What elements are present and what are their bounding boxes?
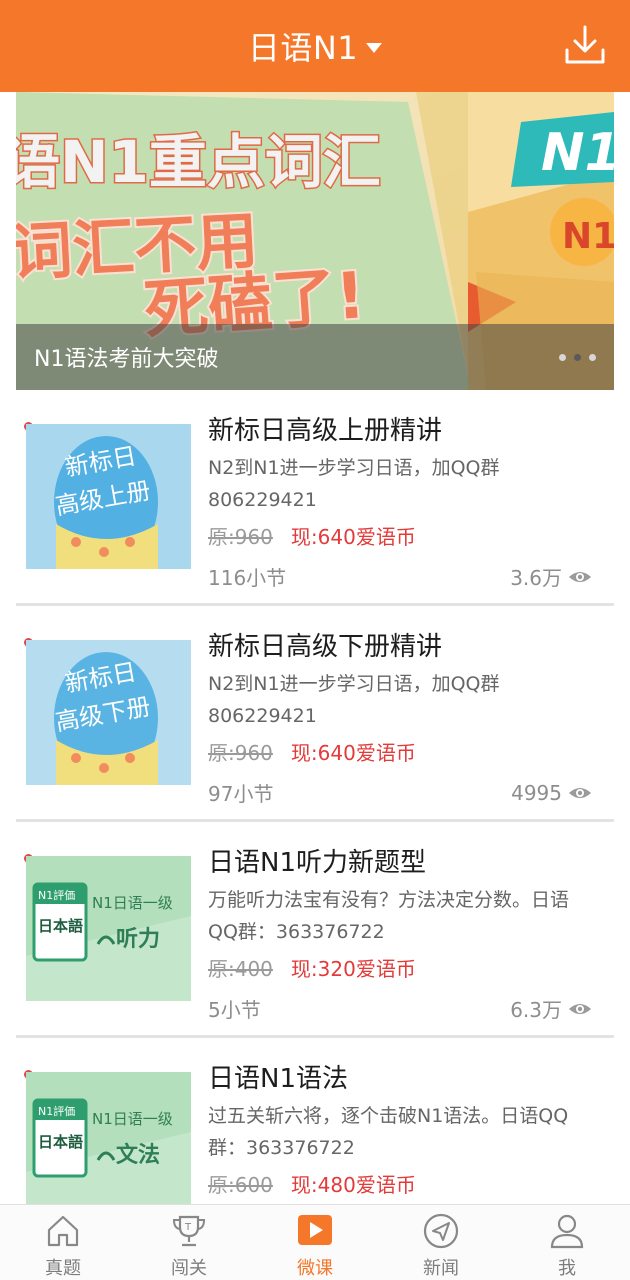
view-count-value: 4995 [511,780,562,805]
course-category-selector[interactable]: 日语N1 [247,23,383,69]
price-row: 原:600 现:480爱语币 [208,1169,416,1198]
course-title: 新标日高级下册精讲 [208,632,443,662]
nav-label: 新闻 [423,1258,459,1279]
send-icon [423,1213,459,1249]
original-price: 原:600 [208,1173,273,1197]
svg-text:语N1重点词汇: 语N1重点词汇 [16,128,381,196]
course-item[interactable]: 新标日 高级上册 新标日高级上册精讲 N2到N1进一步学习日语，加QQ群8062… [16,390,614,606]
course-description: 过五关斩六将，逐个击破N1语法。日语QQ群：363376722 [208,1105,569,1159]
svg-text:N1日语一级: N1日语一级 [92,1110,173,1128]
course-description: N2到N1进一步学习日语，加QQ群806229421 [208,673,500,727]
play-icon [298,1215,332,1245]
svg-text:文法: 文法 [116,1142,160,1168]
price-row: 原:960 现:640爱语币 [208,737,416,766]
view-count: 6.3万 [510,994,592,1023]
view-count-value: 3.6万 [510,566,562,590]
nav-label: 闯关 [171,1258,207,1279]
course-cover-image: N1評価 日本語 N1日语一级 文法 [26,1072,191,1204]
svg-text:N1: N1 [541,123,614,183]
app-screen: 日语N1 N1 N1 语N1重点词汇 词汇不用 死磕了! N1语法考前大突破 新… [0,0,630,1280]
view-count-value: 6.3万 [510,998,562,1022]
course-thumbnail: 新标日 高级下册 [24,638,191,785]
nav-item-zhenti[interactable]: 真题 [0,1205,126,1280]
course-cover-image: N1評価 日本語 N1日语一级 听力 [26,856,191,1001]
eye-icon [569,1003,591,1014]
course-thumbnail: N1評価 日本語 N1日语一级 听力 [24,854,191,1001]
course-list: 新标日 高级上册 新标日高级上册精讲 N2到N1进一步学习日语，加QQ群8062… [16,390,614,1204]
course-item[interactable]: N1評価 日本語 N1日语一级 文法 日语N1语法 过五关斩六将，逐个击破N1语… [16,1038,614,1204]
carousel-dot[interactable] [589,353,596,361]
lesson-count: 116小节 [208,566,287,590]
user-icon [550,1214,584,1249]
nav-item-me[interactable]: 我 [504,1205,630,1280]
svg-text:N1日语一级: N1日语一级 [92,894,173,912]
original-price: 原:960 [208,525,273,549]
header-title: 日语N1 [247,29,359,67]
svg-text:N1: N1 [562,216,614,257]
original-price: 原:400 [208,957,273,981]
course-cover-image: 新标日 高级下册 [26,640,191,785]
course-item[interactable]: 新标日 高级下册 新标日高级下册精讲 N2到N1进一步学习日语，加QQ群8062… [16,606,614,822]
course-meta: 116小节 3.6万 [208,562,592,591]
home-icon [47,1215,79,1247]
banner-caption-bar: N1语法考前大突破 [16,324,614,390]
svg-text:日本語: 日本語 [38,917,83,935]
view-count: 3.6万 [510,562,592,591]
course-item[interactable]: N1評価 日本語 N1日语一级 听力 日语N1听力新题型 万能听力法宝有没有？方… [16,822,614,1038]
course-title: 日语N1听力新题型 [208,848,426,878]
nav-item-weike[interactable]: 微课 [252,1205,378,1280]
course-description: 万能听力法宝有没有？方法决定分数。日语QQ群：363376722 [208,889,570,943]
course-title: 新标日高级上册精讲 [208,416,443,446]
banner-caption: N1语法考前大突破 [34,347,219,372]
trophy-icon: T [172,1215,206,1247]
course-meta: 5小节 6.3万 [208,994,592,1023]
nav-label: 真题 [45,1258,81,1279]
price-row: 原:960 现:640爱语币 [208,521,416,550]
nav-item-chuangguan[interactable]: T 闯关 [126,1205,252,1280]
promo-banner[interactable]: N1 N1 语N1重点词汇 词汇不用 死磕了! N1语法考前大突破 [16,92,614,390]
chevron-down-icon [366,43,383,53]
course-thumbnail: 新标日 高级上册 [24,422,191,569]
course-title: 日语N1语法 [208,1064,348,1094]
svg-text:T: T [184,1222,192,1233]
course-cover-image: 新标日 高级上册 [26,424,191,569]
lesson-count: 97小节 [208,782,274,806]
course-meta: 97小节 4995 [208,778,592,807]
download-icon[interactable] [562,22,608,68]
bottom-nav: 真题 T 闯关 微课 新闻 我 [0,1204,630,1280]
svg-text:N1評価: N1評価 [38,888,75,902]
nav-item-xinwen[interactable]: 新闻 [378,1205,504,1280]
svg-text:日本語: 日本語 [38,1133,83,1151]
price-row: 原:400 现:320爱语币 [208,953,416,982]
carousel-dots [559,353,596,361]
nav-label: 微课 [297,1258,333,1279]
current-price: 现:640爱语币 [290,525,416,549]
top-bar: 日语N1 [0,0,630,92]
eye-icon [569,787,591,798]
lesson-count: 5小节 [208,998,261,1022]
original-price: 原:960 [208,741,273,765]
current-price: 现:480爱语币 [290,1173,416,1197]
eye-icon [569,571,591,582]
nav-label: 我 [558,1258,576,1279]
current-price: 现:640爱语币 [290,741,416,765]
course-thumbnail: N1評価 日本語 N1日语一级 文法 [24,1070,191,1204]
svg-text:N1評価: N1評価 [38,1104,75,1118]
course-description: N2到N1进一步学习日语，加QQ群806229421 [208,457,500,511]
carousel-dot-active[interactable] [574,353,581,361]
view-count: 4995 [511,778,592,807]
svg-text:听力: 听力 [116,927,160,952]
carousel-dot[interactable] [559,353,566,361]
current-price: 现:320爱语币 [290,957,416,981]
